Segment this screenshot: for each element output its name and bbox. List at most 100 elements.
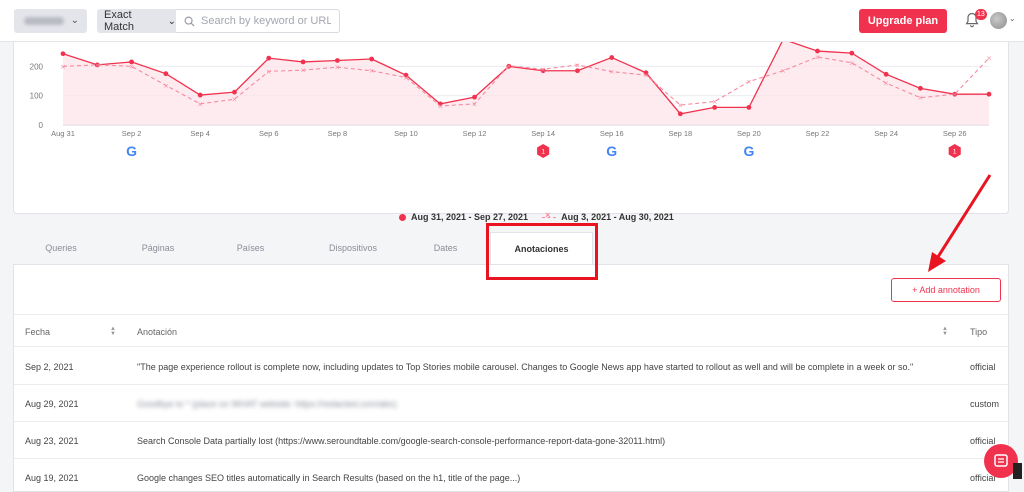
data-point-previous: × [266, 68, 272, 76]
tab-paginas[interactable]: Páginas [113, 232, 203, 264]
data-point-previous: × [163, 82, 169, 90]
data-point-current [746, 105, 752, 110]
data-point-previous: × [883, 80, 889, 88]
x-tick-label: Sep 22 [806, 129, 830, 138]
data-point-current [918, 85, 923, 91]
column-header-date[interactable]: Fecha [25, 315, 50, 348]
data-point-previous: × [609, 68, 615, 76]
data-point-previous: × [849, 59, 855, 67]
property-name-redacted [24, 17, 64, 25]
search-input[interactable] [201, 15, 331, 27]
match-type-dropdown[interactable]: Exact Match ⌄ [97, 9, 176, 33]
google-icon: G [743, 143, 754, 159]
x-tick-label: Sep 24 [874, 129, 898, 138]
data-point-previous: × [506, 62, 512, 70]
y-tick-label: 0 [39, 121, 44, 130]
x-tick-label: Sep 4 [190, 129, 210, 138]
data-point-previous: × [643, 72, 649, 80]
scrollbar-thumb[interactable] [1013, 463, 1022, 479]
table-header: Fecha ▲ ▼ Anotación ▲ ▼ Tipo [14, 314, 1010, 347]
row-type: custom [970, 398, 1000, 409]
legend-marker-current [399, 213, 406, 221]
data-point-previous: × [815, 53, 821, 61]
top-bar: ⌄ Exact Match ⌄ Upgrade plan 13 ⌄ [0, 0, 1024, 42]
data-point-current [300, 59, 306, 65]
sort-icon[interactable]: ▲ ▼ [942, 326, 948, 337]
annotation-badge-count: 1 [541, 149, 545, 156]
data-point-current [849, 50, 855, 56]
annotations-panel: + Add annotation Fecha ▲ ▼ Anotación ▲ ▼ T… [13, 264, 1010, 492]
data-point-previous: × [677, 102, 683, 110]
data-point-current [609, 55, 615, 60]
x-tick-label: Sep 18 [668, 129, 692, 138]
data-point-previous: × [472, 100, 478, 108]
tab-dispositivos[interactable]: Dispositivos [303, 232, 403, 264]
data-point-previous: × [369, 67, 375, 75]
chevron-down-icon[interactable]: ⌄ [1009, 14, 1016, 23]
x-tick-label: Sep 10 [394, 129, 418, 138]
pointer-arrow-icon [928, 174, 992, 272]
google-icon: G [606, 143, 617, 159]
tab-paises[interactable]: Países [213, 232, 288, 264]
data-point-current [334, 58, 340, 63]
data-point-previous: × [94, 61, 100, 69]
avatar[interactable] [990, 12, 1007, 29]
property-selector[interactable]: ⌄ [14, 9, 87, 33]
chevron-down-icon: ⌄ [70, 15, 79, 26]
tab-dates[interactable]: Dates [408, 232, 483, 264]
data-point-previous: × [746, 78, 752, 86]
data-point-current [369, 56, 375, 62]
x-tick-label: Aug 31 [51, 129, 75, 138]
column-header-note[interactable]: Anotación [137, 315, 177, 348]
data-point-current [883, 71, 889, 77]
x-tick-label: Sep 2 [122, 129, 142, 138]
legend-label-current: Aug 31, 2021 - Sep 27, 2021 [411, 212, 529, 222]
y-tick-label: 200 [30, 62, 44, 71]
annotation-badge-count: 1 [953, 149, 957, 156]
highlight-box [486, 223, 598, 280]
row-note: Search Console Data partially lost (http… [137, 435, 666, 446]
x-tick-label: Sep 6 [259, 129, 279, 138]
notification-count-badge: 13 [975, 9, 987, 20]
legend-item-previous[interactable]: Aug 3, 2021 - Aug 30, 2021 [542, 210, 674, 222]
sort-icon[interactable]: ▲ ▼ [110, 326, 116, 337]
table-row[interactable]: Aug 23, 2021 Search Console Data partial… [14, 422, 1010, 459]
data-point-previous: × [129, 63, 135, 71]
y-tick-label: 100 [30, 92, 44, 101]
data-point-current [472, 94, 477, 100]
x-tick-label: Sep 16 [600, 129, 624, 138]
tab-queries[interactable]: Queries [21, 232, 101, 264]
column-header-type[interactable]: Tipo [970, 315, 987, 348]
upgrade-plan-button[interactable]: Upgrade plan [859, 9, 947, 33]
add-annotation-button[interactable]: + Add annotation [891, 278, 1001, 302]
performance-chart-card: 0 100 200 Aug 31 Sep 2 Sep 4 Sep 6 Sep 8 Sep 10 S… [13, 42, 1009, 222]
x-tick-label: Sep 8 [328, 129, 348, 138]
row-note: Google changes SEO titles automatically … [137, 472, 521, 483]
data-point-current [232, 89, 237, 95]
x-tick-label: Sep 12 [463, 129, 487, 138]
data-point-previous: × [300, 67, 306, 75]
row-date: Sep 2, 2021 [25, 361, 74, 372]
data-point-previous: × [540, 66, 546, 74]
x-tick-label: Sep 20 [737, 129, 761, 138]
row-type: official [970, 361, 996, 372]
legend-label-previous: Aug 3, 2021 - Aug 30, 2021 [561, 212, 674, 222]
row-date: Aug 19, 2021 [25, 472, 79, 483]
table-row[interactable]: Aug 19, 2021 Google changes SEO titles a… [14, 459, 1010, 492]
search-box[interactable] [176, 9, 340, 33]
legend-marker-previous [542, 210, 557, 220]
google-icon: G [126, 143, 137, 159]
data-point-previous: × [232, 96, 238, 104]
data-point-previous: × [60, 63, 66, 71]
x-tick-label: Sep 14 [531, 129, 555, 138]
data-point-previous: × [575, 61, 581, 69]
search-icon [184, 16, 195, 27]
performance-line-chart: 0 100 200 Aug 31 Sep 2 Sep 4 Sep 6 Sep 8 Sep 10 S… [30, 42, 992, 159]
row-note-redacted: Goodbye to * (place on WHAT website: htt… [137, 398, 397, 409]
table-row[interactable]: Sep 2, 2021 "The page experience rollout… [14, 348, 1010, 385]
data-point-current [197, 92, 203, 98]
row-date: Aug 23, 2021 [25, 435, 79, 446]
table-row[interactable]: Aug 29, 2021 Goodbye to * (place on WHAT… [14, 385, 1010, 422]
legend-item-current[interactable]: Aug 31, 2021 - Sep 27, 2021 [399, 212, 528, 222]
chart-legend: Aug 31, 2021 - Sep 27, 2021 Aug 3, 2021 … [399, 210, 674, 222]
